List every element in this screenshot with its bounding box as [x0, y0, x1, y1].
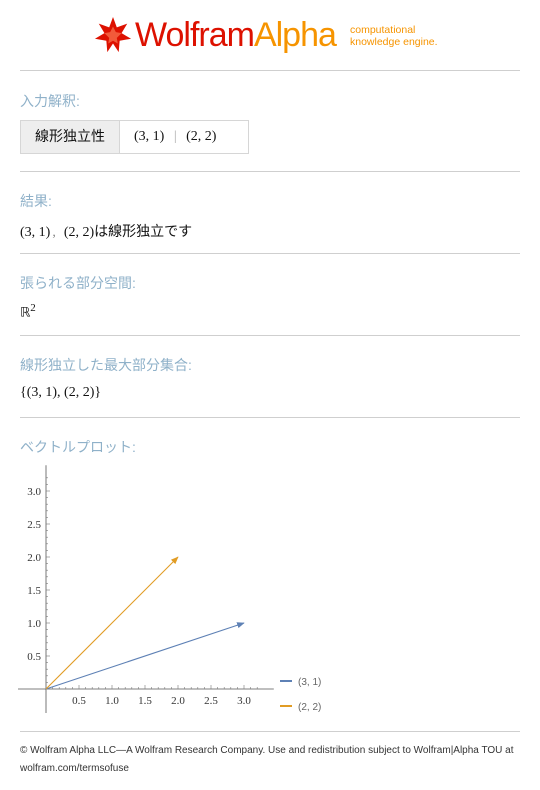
divider — [20, 731, 520, 732]
input-interpretation-title: 入力解釈: — [20, 93, 80, 109]
x-tick-label: 2.0 — [171, 695, 185, 707]
plot-series — [45, 556, 245, 690]
tagline-line2: knowledge engine. — [350, 36, 438, 48]
x-tick-label: 2.5 — [204, 695, 218, 707]
tagline: computational knowledge engine. — [350, 24, 438, 48]
tagline-line1: computational — [350, 24, 416, 36]
legend-label: (3, 1) — [298, 677, 321, 688]
y-tick-label: 0.5 — [27, 651, 41, 663]
result-content: (3, 1), (2, 2)は線形独立です — [20, 221, 192, 241]
span-symbol: ℝ — [20, 305, 31, 321]
divider — [20, 335, 520, 336]
x-tick-label: 0.5 — [72, 695, 86, 707]
max-subset-title: 線形独立した最大部分集合: — [20, 357, 192, 373]
logo-alpha: Alpha — [253, 16, 337, 54]
result-text: は線形独立です — [94, 224, 193, 240]
logo-wolfram: Wolfram — [135, 16, 255, 54]
divider — [20, 171, 520, 172]
y-tick-label: 3.0 — [27, 486, 41, 498]
divider — [20, 70, 520, 71]
input-interpretation-label: 線形独立性 — [21, 121, 120, 153]
input-interpretation-box: 線形独立性 (3, 1) | (2, 2) — [20, 120, 249, 154]
vector-22 — [45, 556, 179, 690]
result-vector-1: (3, 1) — [20, 225, 51, 240]
wolframalpha-logo-text[interactable]: WolframAlpha — [135, 12, 337, 58]
x-tick-label: 1.0 — [105, 695, 119, 707]
max-subset-value: {(3, 1), (2, 2)} — [20, 385, 102, 400]
footer-text: © Wolfram Alpha LLC—A Wolfram Research C… — [20, 745, 514, 774]
input-vector-1: (3, 1) — [134, 129, 165, 144]
y-tick-label: 2.0 — [27, 552, 41, 564]
input-separator: | — [173, 129, 177, 144]
result-comma: , — [52, 225, 56, 240]
y-tick-label: 1.0 — [27, 618, 41, 630]
vector-plot: 0.5 1.0 1.5 2.0 2.5 3.0 0.5 1.0 1.5 2.0 2.5 3.0 (3,… — [18, 465, 321, 713]
span-content: ℝ2 — [20, 302, 36, 320]
input-interpretation-value: (3, 1) | (2, 2) — [120, 121, 230, 153]
divider — [20, 253, 520, 254]
plot-legend: (3, 1) (2, 2) — [280, 677, 321, 713]
vector-plot-title: ベクトルプロット: — [20, 439, 136, 455]
legend-label: (2, 2) — [298, 702, 321, 713]
divider — [20, 417, 520, 418]
header: WolframAlpha computational knowledge eng… — [0, 12, 540, 58]
vector-31 — [45, 622, 245, 690]
wolfram-spikey-logo-icon — [94, 16, 132, 53]
x-tick-label: 1.5 — [138, 695, 152, 707]
span-title: 張られる部分空間: — [20, 275, 136, 291]
span-exponent: 2 — [30, 302, 36, 314]
y-tick-label: 2.5 — [27, 519, 41, 531]
input-vector-2: (2, 2) — [186, 129, 217, 144]
result-title: 結果: — [20, 193, 52, 209]
x-tick-label: 3.0 — [237, 695, 251, 707]
result-vector-2: (2, 2) — [63, 225, 95, 240]
y-tick-label: 1.5 — [27, 585, 41, 597]
